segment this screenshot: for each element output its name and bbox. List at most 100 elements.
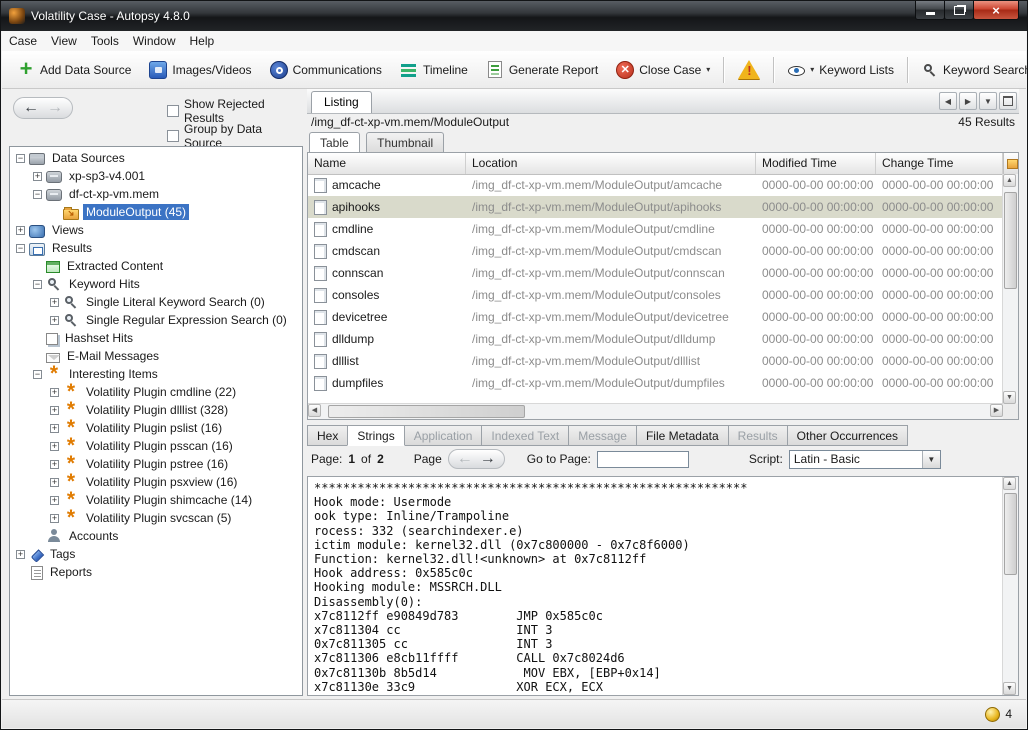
tab-strings[interactable]: Strings bbox=[347, 425, 404, 446]
tab-indexed-text[interactable]: Indexed Text bbox=[481, 425, 569, 446]
tree-item-single-regex-search[interactable]: +Single Regular Expression Search (0) bbox=[10, 311, 302, 329]
previous-page-button[interactable]: ← bbox=[457, 451, 473, 467]
scroll-down-button[interactable]: ▼ bbox=[1003, 682, 1016, 695]
close-button[interactable]: × bbox=[973, 1, 1019, 20]
tab-application[interactable]: Application bbox=[404, 425, 483, 446]
images-videos-button[interactable]: Images/Videos bbox=[140, 57, 260, 83]
keyword-search-button[interactable]: Keyword Search bbox=[913, 58, 1028, 82]
notification-ball-icon[interactable] bbox=[985, 707, 1000, 722]
expand-icon[interactable]: + bbox=[50, 442, 59, 451]
strings-vertical-scrollbar[interactable]: ▲ ▼ bbox=[1002, 477, 1018, 695]
scroll-left-button[interactable]: ◀ bbox=[308, 404, 321, 417]
expand-icon[interactable]: + bbox=[50, 424, 59, 433]
strings-content[interactable]: ****************************************… bbox=[307, 476, 1019, 696]
ingest-warnings-button[interactable] bbox=[729, 56, 769, 83]
menu-view[interactable]: View bbox=[44, 32, 84, 50]
timeline-button[interactable]: Timeline bbox=[391, 57, 477, 83]
tab-thumbnail[interactable]: Thumbnail bbox=[366, 132, 444, 152]
collapse-icon[interactable]: − bbox=[33, 280, 42, 289]
expand-icon[interactable]: + bbox=[50, 298, 59, 307]
menu-tools[interactable]: Tools bbox=[84, 32, 126, 50]
tree-item-hashset-hits[interactable]: Hashset Hits bbox=[10, 329, 302, 347]
tree-item-plugin-cmdline[interactable]: +*Volatility Plugin cmdline (22) bbox=[10, 383, 302, 401]
maximize-button[interactable] bbox=[944, 1, 974, 20]
column-chooser-button[interactable] bbox=[1003, 153, 1018, 174]
tree-item-xp-sp3[interactable]: +xp-sp3-v4.001 bbox=[10, 167, 302, 185]
scrollbar-thumb[interactable] bbox=[1004, 493, 1017, 575]
keyword-lists-button[interactable]: ▾ Keyword Lists bbox=[779, 59, 903, 81]
collapse-icon[interactable]: − bbox=[33, 190, 42, 199]
tree-item-reports[interactable]: Reports bbox=[10, 563, 302, 581]
table-row-apihooks[interactable]: apihooks/img_df-ct-xp-vm.mem/ModuleOutpu… bbox=[308, 196, 1003, 218]
forward-button[interactable]: → bbox=[47, 100, 63, 116]
tree-item-tags[interactable]: +Tags bbox=[10, 545, 302, 563]
tree-item-plugin-psxview[interactable]: +*Volatility Plugin psxview (16) bbox=[10, 473, 302, 491]
menu-help[interactable]: Help bbox=[183, 32, 222, 50]
table-row-dlldump[interactable]: dlldump/img_df-ct-xp-vm.mem/ModuleOutput… bbox=[308, 328, 1003, 350]
table-row-dumpfiles[interactable]: dumpfiles/img_df-ct-xp-vm.mem/ModuleOutp… bbox=[308, 372, 1003, 394]
table-row-connscan[interactable]: connscan/img_df-ct-xp-vm.mem/ModuleOutpu… bbox=[308, 262, 1003, 284]
scroll-up-button[interactable]: ▲ bbox=[1003, 477, 1016, 490]
scroll-down-button[interactable]: ▼ bbox=[1003, 391, 1016, 404]
scroll-right-button[interactable]: ▶ bbox=[990, 404, 1003, 417]
tree-item-single-literal-search[interactable]: +Single Literal Keyword Search (0) bbox=[10, 293, 302, 311]
tab-file-metadata[interactable]: File Metadata bbox=[636, 425, 729, 446]
expand-icon[interactable]: + bbox=[16, 550, 25, 559]
column-header-location[interactable]: Location bbox=[466, 153, 756, 174]
tree-item-keyword-hits[interactable]: −Keyword Hits bbox=[10, 275, 302, 293]
tree-item-plugin-pstree[interactable]: +*Volatility Plugin pstree (16) bbox=[10, 455, 302, 473]
expand-icon[interactable]: + bbox=[50, 496, 59, 505]
scroll-up-button[interactable]: ▲ bbox=[1003, 174, 1016, 187]
menu-case[interactable]: Case bbox=[2, 32, 44, 50]
back-button[interactable]: ← bbox=[23, 100, 39, 116]
collapse-icon[interactable]: − bbox=[16, 244, 25, 253]
table-row-dlllist[interactable]: dlllist/img_df-ct-xp-vm.mem/ModuleOutput… bbox=[308, 350, 1003, 372]
tree-item-plugin-shimcache[interactable]: +*Volatility Plugin shimcache (14) bbox=[10, 491, 302, 509]
minimize-button[interactable] bbox=[915, 1, 945, 20]
script-select[interactable]: Latin - Basic ▼ bbox=[789, 450, 941, 469]
tab-table[interactable]: Table bbox=[309, 132, 360, 152]
add-data-source-button[interactable]: + Add Data Source bbox=[8, 57, 140, 83]
float-window-button[interactable] bbox=[999, 92, 1017, 110]
table-row-consoles[interactable]: consoles/img_df-ct-xp-vm.mem/ModuleOutpu… bbox=[308, 284, 1003, 306]
show-rejected-checkbox[interactable] bbox=[167, 105, 179, 117]
group-by-checkbox[interactable] bbox=[167, 130, 179, 142]
table-row-cmdscan[interactable]: cmdscan/img_df-ct-xp-vm.mem/ModuleOutput… bbox=[308, 240, 1003, 262]
goto-page-input[interactable] bbox=[597, 451, 689, 468]
scrollbar-thumb[interactable] bbox=[328, 405, 525, 418]
tree-item-results[interactable]: −Results bbox=[10, 239, 302, 257]
tree-item-plugin-svcscan[interactable]: +*Volatility Plugin svcscan (5) bbox=[10, 509, 302, 527]
table-row-amcache[interactable]: amcache/img_df-ct-xp-vm.mem/ModuleOutput… bbox=[308, 174, 1003, 196]
tree-item-moduleoutput[interactable]: ModuleOutput (45) bbox=[10, 203, 302, 221]
expand-icon[interactable]: + bbox=[50, 514, 59, 523]
table-horizontal-scrollbar[interactable]: ◀ ▶ bbox=[308, 403, 1003, 419]
scrollbar-thumb[interactable] bbox=[1004, 192, 1017, 289]
tab-scroll-right-button[interactable]: ▶ bbox=[959, 92, 977, 110]
collapse-icon[interactable]: − bbox=[16, 154, 25, 163]
expand-icon[interactable]: + bbox=[16, 226, 25, 235]
tree-item-views[interactable]: +Views bbox=[10, 221, 302, 239]
collapse-icon[interactable]: − bbox=[33, 370, 42, 379]
column-header-change-time[interactable]: Change Time bbox=[876, 153, 1003, 174]
tab-results[interactable]: Results bbox=[728, 425, 788, 446]
tree-item-memory-image[interactable]: −df-ct-xp-vm.mem bbox=[10, 185, 302, 203]
column-header-modified-time[interactable]: Modified Time bbox=[756, 153, 876, 174]
communications-button[interactable]: Communications bbox=[261, 57, 391, 83]
menu-window[interactable]: Window bbox=[126, 32, 183, 50]
expand-icon[interactable]: + bbox=[50, 406, 59, 415]
tab-list-dropdown-button[interactable]: ▼ bbox=[979, 92, 997, 110]
expand-icon[interactable]: + bbox=[50, 316, 59, 325]
table-row-devicetree[interactable]: devicetree/img_df-ct-xp-vm.mem/ModuleOut… bbox=[308, 306, 1003, 328]
tree-item-plugin-psscan[interactable]: +*Volatility Plugin psscan (16) bbox=[10, 437, 302, 455]
generate-report-button[interactable]: Generate Report bbox=[477, 57, 607, 82]
tree-item-plugin-dlllist[interactable]: +*Volatility Plugin dlllist (328) bbox=[10, 401, 302, 419]
next-page-button[interactable]: → bbox=[480, 451, 496, 467]
table-row-cmdline[interactable]: cmdline/img_df-ct-xp-vm.mem/ModuleOutput… bbox=[308, 218, 1003, 240]
title-bar[interactable]: Volatility Case - Autopsy 4.8.0 × bbox=[1, 1, 1027, 31]
table-vertical-scrollbar[interactable]: ▲ ▼ bbox=[1002, 174, 1018, 404]
expand-icon[interactable]: + bbox=[50, 460, 59, 469]
tab-listing[interactable]: Listing bbox=[311, 91, 372, 113]
tab-other-occurrences[interactable]: Other Occurrences bbox=[787, 425, 908, 446]
expand-icon[interactable]: + bbox=[33, 172, 42, 181]
close-case-button[interactable]: ✕ Close Case ▾ bbox=[607, 57, 719, 83]
